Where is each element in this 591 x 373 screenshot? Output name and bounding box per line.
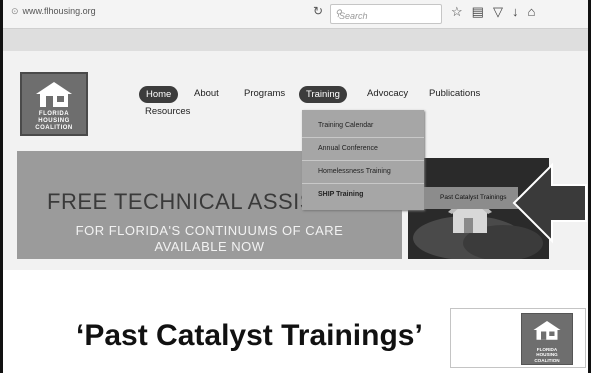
footer-logo: FLORIDA HOUSING COALITION [521,313,573,365]
menu-item-annual-conference[interactable]: Annual Conference [302,138,424,161]
submenu-item-past-catalyst-trainings[interactable]: Past Catalyst Trainings [424,187,518,209]
browser-search-input[interactable]: ⚲ Search [330,4,442,24]
website-content: FLORIDA HOUSING COALITION Home About Pro… [3,51,588,270]
menu-item-ship-training[interactable]: SHIP Training [302,184,424,206]
slide-caption: ‘Past Catalyst Trainings’ [76,319,423,352]
pocket-icon[interactable]: ▽ [493,4,512,19]
download-icon[interactable]: ↓ [512,4,528,19]
search-placeholder: ⚲ Search [335,8,368,21]
home-icon[interactable]: ⌂ [527,4,544,19]
footer-logo-frame: FLORIDA HOUSING COALITION [450,308,586,368]
browser-toolbar-icons: ☆▤▽↓⌂ [451,4,544,20]
menu-item-training-calendar[interactable]: Training Calendar [302,115,424,138]
banner-headline: FREE TECHNICAL ASSIS [47,189,315,214]
nav-programs[interactable]: Programs [244,88,285,99]
slide: ⊙ www.flhousing.org ↻ ⚲ Search ☆▤▽↓⌂ FLOR… [0,0,591,373]
footer-logo-wordmark: FLORIDA HOUSING COALITION [534,346,560,363]
url-text: www.flhousing.org [22,6,96,16]
browser-bookmarks-bar [3,29,588,51]
menu-item-homelessness-training[interactable]: Homelessness Training [302,161,424,184]
house-logo-icon [36,82,72,107]
star-icon[interactable]: ☆ [451,4,472,19]
address-field[interactable]: ⊙ www.flhousing.org [11,6,96,17]
site-info-icon[interactable]: ⊙ [11,6,19,16]
nav-advocacy[interactable]: Advocacy [367,88,408,99]
browser-url-bar: ⊙ www.flhousing.org ↻ ⚲ Search ☆▤▽↓⌂ [3,0,588,29]
training-dropdown-menu: Training Calendar Annual Conference Home… [302,110,424,210]
nav-resources[interactable]: Resources [145,106,190,117]
nav-publications[interactable]: Publications [429,88,480,99]
nav-about[interactable]: About [194,88,219,99]
nav-home[interactable]: Home [139,86,179,103]
banner-subline-2: AVAILABLE NOW [154,239,265,254]
banner-subline-1: FOR FLORIDA'S CONTINUUMS OF CARE [75,223,344,238]
pointer-arrow-icon [512,162,587,244]
logo-wordmark: FLORIDA HOUSING COALITION [35,111,73,131]
nav-training[interactable]: Training [299,86,347,103]
reading-list-icon[interactable]: ▤ [472,4,493,19]
reload-icon[interactable]: ↻ [313,4,323,18]
house-logo-icon-small [533,321,561,340]
site-logo[interactable]: FLORIDA HOUSING COALITION [20,72,88,136]
